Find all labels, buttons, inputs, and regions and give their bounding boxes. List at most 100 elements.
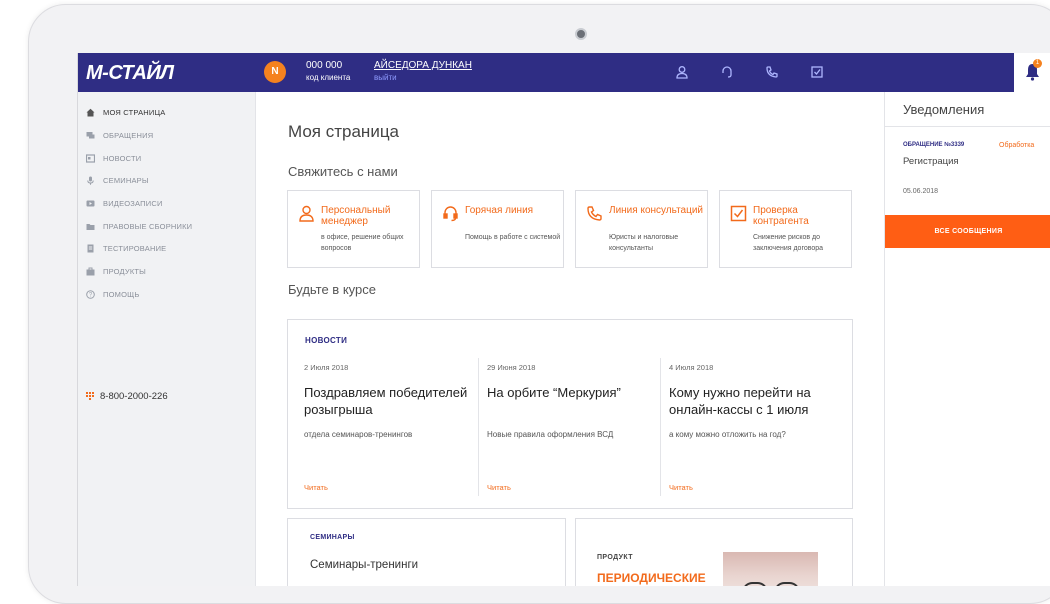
contact-card-consult[interactable]: Линия консультаций Юристы и налоговые ко… (575, 190, 708, 268)
product-image (723, 552, 818, 586)
logout-link[interactable]: выйти (374, 73, 397, 82)
card-subtitle: Снижение рисков до заключения договора (753, 234, 824, 252)
seminars-title[interactable]: Семинары-тренинги (310, 559, 418, 571)
logo[interactable]: М-СТАЙЛ (86, 62, 174, 85)
client-label: код клиента (306, 73, 351, 82)
news-title[interactable]: Кому нужно перейти на онлайн-кассы с 1 и… (669, 384, 839, 418)
seminars-label: СЕМИНАРЫ (310, 534, 355, 541)
product-card[interactable]: ПРОДУКТ ПЕРИОДИЧЕСКИЕ (575, 518, 853, 586)
avatar[interactable]: N (264, 61, 286, 83)
news-item[interactable]: 2 Июля 2018 Поздравляем победителей розы… (296, 358, 477, 496)
news-title[interactable]: Поздравляем победителей розыгрыша (304, 384, 474, 418)
ticket-number[interactable]: ОБРАЩЕНИЕ №3339 (903, 142, 964, 148)
ticket-status: Обработка (999, 142, 1035, 149)
sidebar-item-label: ПОМОЩЬ (103, 289, 140, 299)
contact-section-title: Свяжитесь с нами (288, 164, 398, 179)
news-panel: НОВОСТИ 2 Июля 2018 Поздравляем победите… (287, 319, 853, 509)
ticket-date: 05.06.2018 (903, 188, 939, 195)
glasses-lens (775, 582, 799, 586)
sidebar-item-label: ТЕСТИРОВАНИЕ (103, 243, 167, 253)
read-link[interactable]: Читать (669, 483, 693, 492)
contact-card-hotline[interactable]: Горячая линия Помощь в работе с системой (431, 190, 564, 268)
all-messages-button[interactable]: ВСЕ СООБЩЕНИЯ (885, 215, 1050, 248)
chat-icon (86, 131, 95, 138)
contact-card-check[interactable]: Проверка контрагента Снижение рисков до … (719, 190, 852, 268)
sidebar-item-help[interactable]: ? ПОМОЩЬ (86, 287, 139, 301)
sidebar-item-requests[interactable]: ОБРАЩЕНИЯ (86, 128, 153, 142)
card-title: Персональный менеджер (321, 205, 391, 227)
user-name-link[interactable]: АЙСЕДОРА ДУНКАН (374, 60, 472, 71)
card-subtitle: в офисе, решение общих вопросов (321, 234, 404, 252)
phone-icon[interactable] (765, 65, 779, 79)
document-icon (87, 244, 94, 252)
product-title[interactable]: ПЕРИОДИЧЕСКИЕ (597, 571, 706, 585)
contact-card-manager[interactable]: Персональный менеджер в офисе, решение о… (287, 190, 420, 268)
notification-count-badge: 1 (1033, 59, 1042, 68)
headset-icon[interactable] (720, 65, 734, 79)
person-icon[interactable] (675, 65, 689, 79)
sidebar-item-label: ВИДЕОЗАПИСИ (103, 198, 163, 208)
camera-icon (575, 28, 587, 40)
newspaper-icon (86, 153, 95, 163)
news-desc: отдела семинаров-тренингов (304, 430, 413, 439)
sidebar-item-news[interactable]: НОВОСТИ (86, 151, 141, 165)
video-icon (86, 200, 95, 206)
sidebar-item-label: ОБРАЩЕНИЯ (103, 130, 154, 140)
product-label: ПРОДУКТ (597, 554, 633, 561)
folder-icon (86, 223, 95, 230)
sidebar-item-my-page[interactable]: МОЯ СТРАНИЦА (86, 105, 165, 119)
updates-section-title: Будьте в курсе (288, 282, 376, 297)
support-phone[interactable]: 8-800-2000-226 (86, 391, 168, 402)
sidebar-item-videos[interactable]: ВИДЕОЗАПИСИ (86, 196, 163, 210)
notifications-button[interactable] (1014, 53, 1050, 92)
app-screen: М-СТАЙЛ N 000 000 код клиента АЙСЕДОРА Д… (77, 53, 1050, 586)
checkbox-icon (730, 205, 747, 222)
notifications-panel: Уведомления ОБРАЩЕНИЕ №3339 Обработка Ре… (884, 92, 1050, 586)
sidebar-item-label: СЕМИНАРЫ (103, 175, 149, 185)
sidebar-item-seminars[interactable]: СЕМИНАРЫ (86, 173, 149, 187)
sidebar-item-label: ПРОДУКТЫ (103, 266, 147, 276)
seminars-card[interactable]: СЕМИНАРЫ Семинары-тренинги (287, 518, 566, 586)
briefcase-icon (86, 267, 95, 275)
news-title[interactable]: На орбите “Меркурия” (487, 384, 657, 401)
sidebar-item-label: МОЯ СТРАНИЦА (103, 107, 166, 117)
news-date: 4 Июля 2018 (669, 363, 714, 372)
card-title: Горячая линия (465, 205, 534, 216)
microphone-icon (87, 176, 94, 185)
read-link[interactable]: Читать (487, 483, 511, 492)
top-bar: М-СТАЙЛ N 000 000 код клиента АЙСЕДОРА Д… (78, 53, 1050, 92)
sidebar-item-products[interactable]: ПРОДУКТЫ (86, 264, 146, 278)
sidebar: МОЯ СТРАНИЦА ОБРАЩЕНИЯ НОВОСТИ СЕМИНАРЫ … (78, 92, 256, 586)
sidebar-item-testing[interactable]: ТЕСТИРОВАНИЕ (86, 241, 166, 255)
ticket-type: Регистрация (903, 156, 959, 167)
notifications-title: Уведомления (903, 102, 985, 117)
sidebar-item-label: НОВОСТИ (103, 153, 142, 163)
card-title: Проверка контрагента (753, 205, 809, 227)
news-date: 2 Июля 2018 (304, 363, 349, 372)
news-item[interactable]: 4 Июля 2018 Кому нужно перейти на онлайн… (660, 358, 841, 496)
read-link[interactable]: Читать (304, 483, 328, 492)
card-subtitle: Помощь в работе с системой (465, 234, 561, 241)
person-icon (299, 205, 314, 222)
sidebar-item-legal[interactable]: ПРАВОВЫЕ СБОРНИКИ (86, 219, 192, 233)
help-icon: ? (86, 289, 95, 299)
glasses-lens (743, 582, 767, 586)
news-desc: Новые правила оформления ВСД (487, 430, 614, 439)
home-icon (86, 108, 95, 116)
news-item[interactable]: 29 Июня 2018 На орбите “Меркурия” Новые … (478, 358, 659, 496)
phone-icon (587, 206, 602, 221)
keypad-icon (86, 391, 94, 400)
card-subtitle: Юристы и налоговые консультанты (609, 234, 679, 252)
news-date: 29 Июня 2018 (487, 363, 536, 372)
client-number: 000 000 (306, 60, 343, 71)
checkbox-icon[interactable] (810, 65, 824, 79)
sidebar-item-label: ПРАВОВЫЕ СБОРНИКИ (103, 221, 193, 231)
page-title: Моя страница (288, 122, 400, 141)
divider (885, 126, 1050, 127)
news-label[interactable]: НОВОСТИ (305, 336, 347, 345)
card-title: Линия консультаций (609, 205, 703, 216)
main-content: Моя страница Свяжитесь с нами Персональн… (256, 92, 884, 586)
news-desc: а кому можно отложить на год? (669, 430, 786, 439)
support-phone-number: 8-800-2000-226 (100, 391, 168, 402)
headset-icon (443, 206, 458, 222)
